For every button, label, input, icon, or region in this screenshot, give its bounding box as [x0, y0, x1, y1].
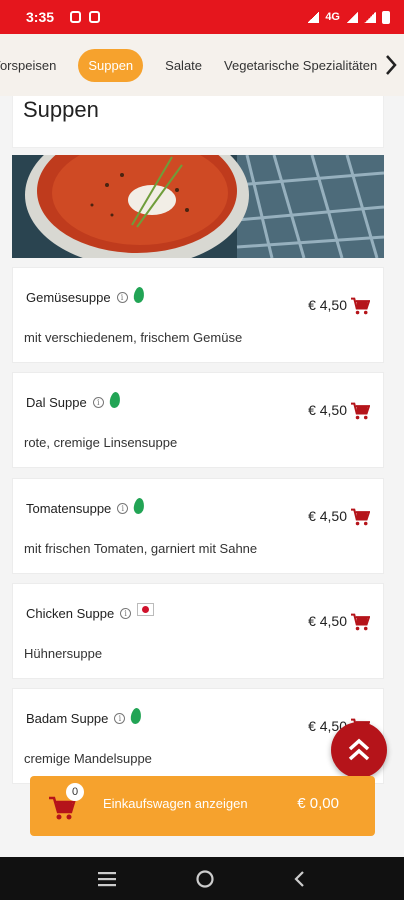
info-icon[interactable]: i — [117, 503, 129, 514]
tab-vegetarische-spezialitaeten[interactable]: Vegetarische Spezialitäten — [224, 49, 377, 82]
menu-item-card[interactable]: Badam Suppe i cremige Mandelsuppe € 4,50 — [12, 688, 384, 784]
menu-icon[interactable] — [98, 871, 118, 887]
leaf-icon — [130, 706, 143, 725]
tab-suppen[interactable]: Suppen — [78, 48, 144, 82]
item-description: mit frischen Tomaten, garniert mit Sahne — [24, 541, 258, 556]
item-name: Tomatensuppe — [26, 501, 112, 516]
status-time: 3:35 — [26, 9, 55, 25]
item-name-row: Badam Suppe i — [26, 706, 143, 726]
menu-item-card[interactable]: Dal Suppe i rote, cremige Linsensuppe € … — [12, 372, 384, 468]
item-price: € 4,50 — [308, 402, 347, 418]
item-name: Chicken Suppe — [26, 606, 115, 621]
item-description: Hühnersuppe — [24, 646, 103, 661]
status-indicators: 4G — [307, 10, 390, 24]
signal-icon — [346, 11, 358, 23]
menu-item-card[interactable]: Gemüsesuppe i mit verschiedenem, frische… — [12, 267, 384, 363]
add-to-cart-icon[interactable] — [350, 613, 370, 631]
category-tabs: Vorspeisen Suppen Salate Vegetarische Sp… — [0, 48, 377, 82]
double-chevron-up-icon — [348, 738, 370, 761]
scroll-to-top-button[interactable] — [331, 722, 387, 778]
menu-item-card[interactable]: Tomatensuppe i mit frischen Tomaten, gar… — [12, 478, 384, 574]
leaf-icon — [108, 390, 121, 409]
section-title: Suppen — [23, 97, 99, 122]
info-icon[interactable]: i — [92, 397, 104, 408]
info-icon[interactable]: i — [116, 292, 128, 303]
item-price: € 4,50 — [308, 613, 347, 629]
add-to-cart-icon[interactable] — [350, 297, 370, 315]
leaf-icon — [132, 285, 145, 304]
view-cart-button[interactable]: Einkaufswagen anzeigen € 0,00 — [30, 776, 375, 836]
flag-icon — [137, 603, 155, 616]
item-name: Gemüsesuppe — [26, 290, 111, 305]
item-description: rote, cremige Linsensuppe — [24, 435, 178, 450]
item-description: mit verschiedenem, frischem Gemüse — [24, 330, 243, 345]
item-name-row: Gemüsesuppe i — [26, 285, 145, 305]
signal-icon — [364, 11, 376, 23]
battery-icon — [382, 10, 390, 24]
info-icon[interactable]: i — [120, 608, 132, 619]
status-notification-icons — [70, 11, 101, 23]
item-description: cremige Mandelsuppe — [24, 751, 152, 766]
cart-count-badge: 0 — [66, 783, 84, 801]
menu-item-card[interactable]: Chicken Suppe i Hühnersuppe € 4,50 — [12, 583, 384, 679]
cart-label: Einkaufswagen anzeigen — [103, 796, 248, 811]
item-name-row: Chicken Suppe i — [26, 603, 155, 621]
category-tab-bar: Vorspeisen Suppen Salate Vegetarische Sp… — [0, 34, 404, 96]
item-name-row: Dal Suppe i — [26, 390, 121, 410]
back-icon[interactable] — [292, 870, 306, 888]
item-name: Badam Suppe — [26, 711, 109, 726]
add-to-cart-icon[interactable] — [350, 508, 370, 526]
item-price: € 4,50 — [308, 508, 347, 524]
leaf-icon — [133, 496, 146, 515]
notification-icon — [70, 11, 82, 23]
cart-total: € 0,00 — [297, 795, 339, 812]
system-navigation-bar — [0, 857, 404, 900]
network-type: 4G — [325, 11, 340, 23]
item-price: € 4,50 — [308, 297, 347, 313]
add-to-cart-icon[interactable] — [350, 402, 370, 420]
home-icon[interactable] — [195, 869, 215, 889]
wifi-icon — [307, 11, 320, 23]
category-hero-image — [12, 155, 384, 258]
status-bar: 3:35 4G — [0, 0, 404, 34]
tab-vorspeisen[interactable]: Vorspeisen — [0, 49, 56, 82]
tab-salate[interactable]: Salate — [165, 49, 202, 82]
item-name-row: Tomatensuppe i — [26, 496, 146, 516]
info-icon[interactable]: i — [114, 713, 126, 724]
notification-icon — [89, 11, 101, 23]
item-name: Dal Suppe — [26, 395, 87, 410]
section-header: Suppen — [12, 96, 384, 148]
chevron-right-icon[interactable] — [378, 34, 404, 96]
